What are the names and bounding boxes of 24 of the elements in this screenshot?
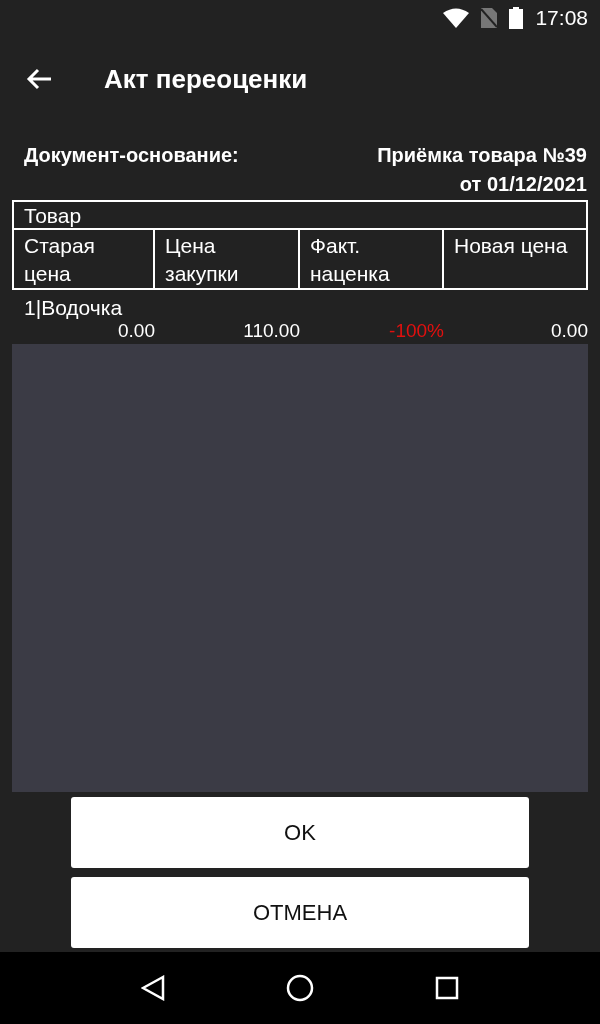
- table-cell-text: -100%: [388, 320, 444, 342]
- wifi-icon: [443, 8, 470, 28]
- no-sim-icon: [481, 8, 498, 28]
- document-date: от 01/12/2021: [459, 173, 587, 196]
- table-cell-text: 110.00: [242, 320, 300, 342]
- table-cell-text: 0.00: [550, 320, 588, 342]
- status-time: 17:08: [535, 6, 588, 30]
- product-name: 1|Водочка: [23, 296, 124, 320]
- column-header: Новая цена: [444, 230, 588, 290]
- back-triangle-icon[interactable]: [140, 975, 165, 1001]
- column-header: Товар: [12, 200, 588, 230]
- screen-title: Акт переоценки: [104, 63, 308, 95]
- column-header: Цена закупки: [155, 230, 300, 290]
- column-header: Старая цена: [12, 230, 155, 290]
- document-name: Приёмка товара №39: [377, 144, 587, 167]
- cancel-button[interactable]: ОТМЕНА: [71, 877, 529, 948]
- back-arrow-icon[interactable]: [26, 68, 52, 90]
- column-header: Факт. наценка: [300, 230, 444, 290]
- document-label: Документ-основание:: [24, 144, 239, 168]
- recents-square-icon[interactable]: [435, 976, 460, 1000]
- home-circle-icon[interactable]: [286, 974, 314, 1002]
- table-cell-text: 0.00: [117, 320, 155, 342]
- ok-button[interactable]: OK: [71, 797, 529, 868]
- battery-icon: [509, 7, 524, 29]
